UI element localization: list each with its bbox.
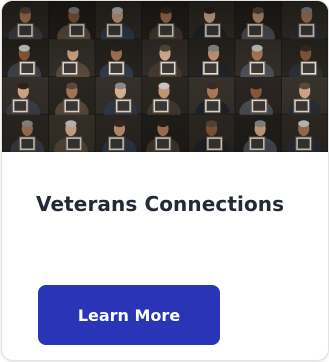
learn-more-button[interactable]: Learn More bbox=[38, 285, 220, 345]
card-title: Veterans Connections bbox=[36, 192, 285, 216]
veterans-connections-card[interactable]: Veterans Connections Learn More bbox=[1, 0, 329, 361]
collage-graphic bbox=[2, 1, 328, 152]
veterans-portrait-collage-image bbox=[2, 1, 328, 152]
